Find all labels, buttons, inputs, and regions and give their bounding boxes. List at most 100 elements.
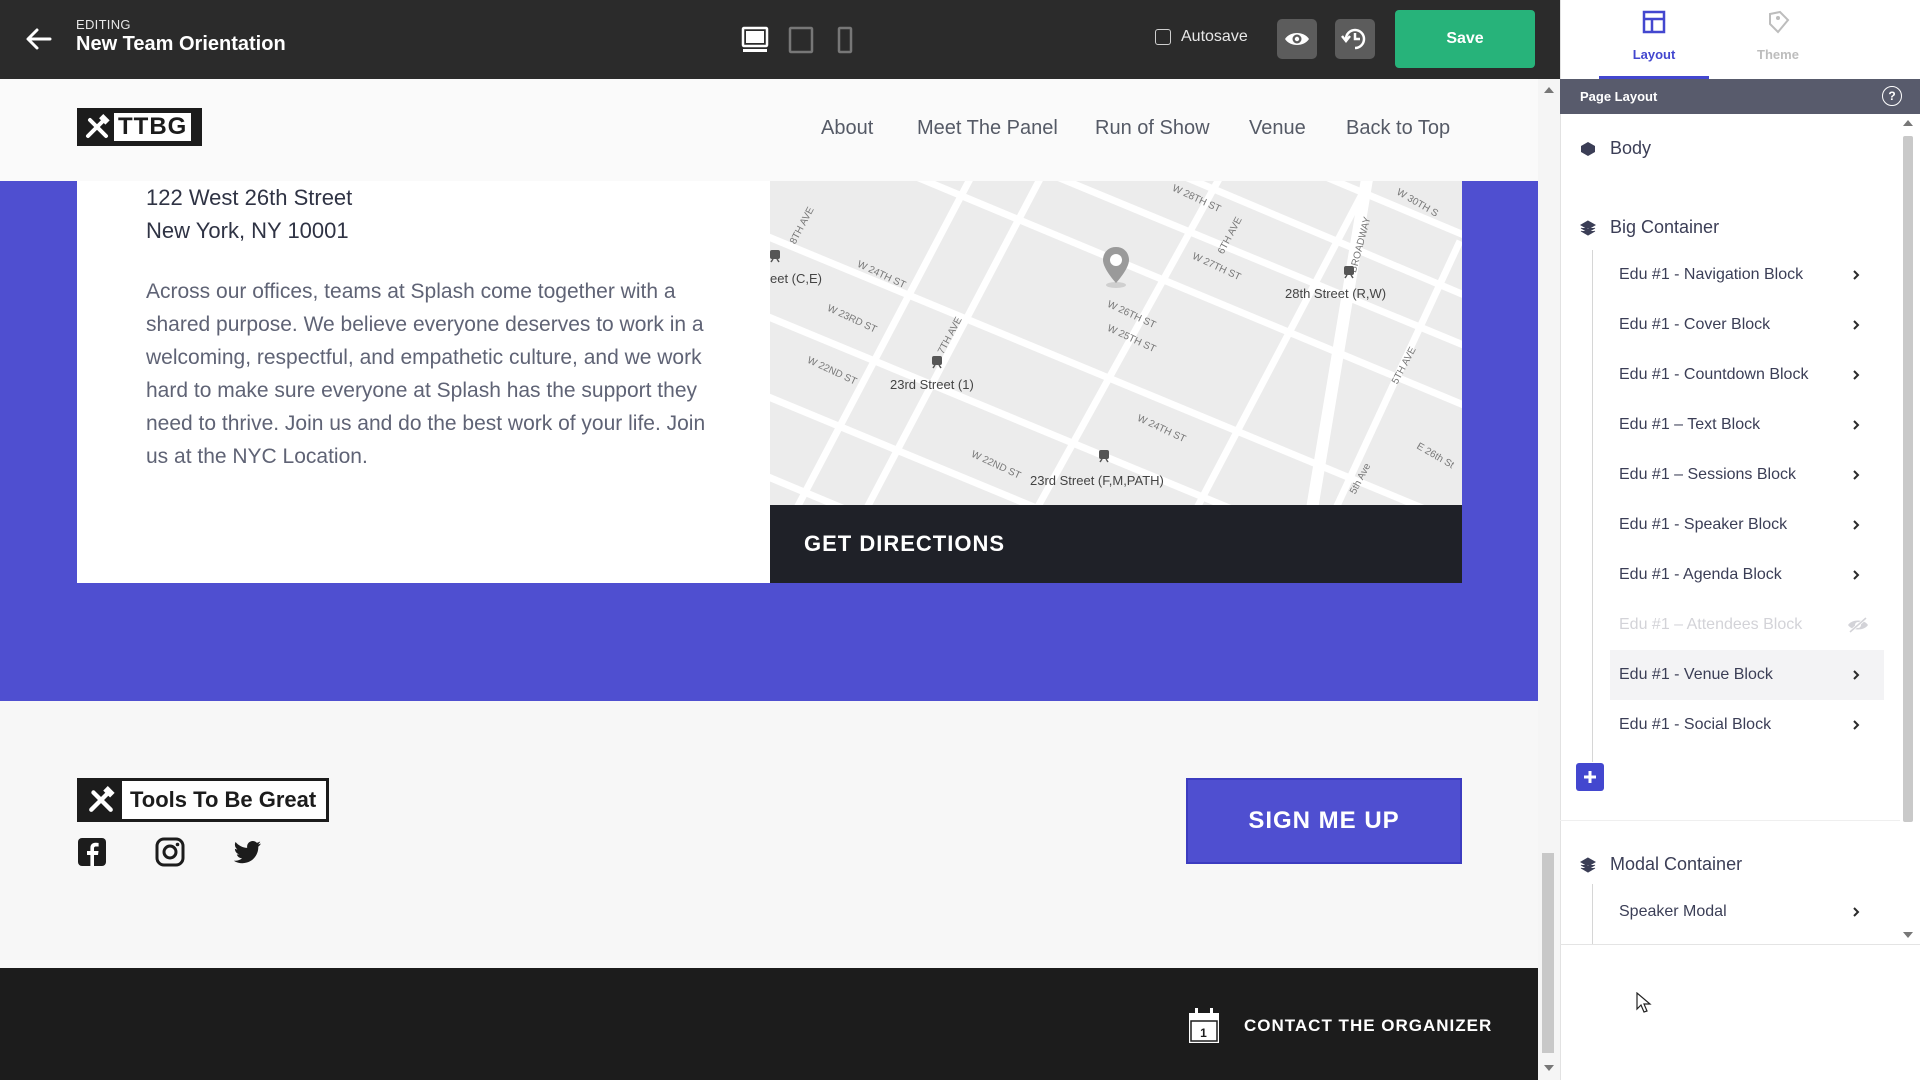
chevron-right-icon[interactable] (1846, 665, 1866, 685)
contact-organizer-link[interactable]: 1 CONTACT THE ORGANIZER (1188, 1008, 1492, 1044)
tree-item-countdown-block[interactable]: Edu #1 - Countdown Block (1610, 350, 1884, 400)
transit-icon (770, 250, 780, 263)
editor-topbar: EDITING New Team Orientation Autosave Sa… (0, 0, 1560, 79)
site-logo[interactable]: TTBG (77, 108, 202, 146)
venue-description: Across our offices, teams at Splash come… (146, 280, 706, 468)
tree-body[interactable]: Body (1580, 138, 1651, 159)
tree-item-label: Edu #1 - Agenda Block (1619, 566, 1782, 583)
get-directions-label: GET DIRECTIONS (804, 531, 1006, 556)
event-title: New Team Orientation (76, 33, 286, 55)
tablet-view-icon[interactable] (788, 26, 814, 54)
desktop-view-icon[interactable] (741, 26, 769, 54)
nav-link-meet-the-panel[interactable]: Meet The Panel (917, 117, 1058, 140)
tree-item-sessions-block[interactable]: Edu #1 – Sessions Block (1610, 450, 1884, 500)
footer-logo[interactable]: Tools To Be Great (77, 778, 330, 822)
mouse-cursor-icon (1636, 992, 1652, 1013)
chevron-right-icon[interactable] (1846, 902, 1866, 922)
tree-item-attendees-block[interactable]: Edu #1 – Attendees Block (1610, 600, 1884, 650)
plus-icon (1584, 771, 1596, 783)
nav-link-venue[interactable]: Venue (1249, 117, 1306, 140)
calendar-icon: 1 (1189, 1008, 1219, 1043)
page-layout-title: Page Layout (1580, 89, 1658, 104)
eye-icon (1285, 33, 1309, 45)
tree-big-container-label: Big Container (1610, 217, 1720, 237)
page-layout-header: Page Layout ? (1560, 79, 1920, 114)
venue-map[interactable]: eet (C,E) 28th Street (R,W) 23rd Street … (770, 181, 1462, 505)
theme-icon (1769, 10, 1790, 34)
preview-button[interactable] (1277, 19, 1317, 59)
mobile-view-icon[interactable] (836, 26, 854, 54)
chevron-right-icon[interactable] (1846, 415, 1866, 435)
panel-scrollbar[interactable] (1900, 116, 1916, 944)
scroll-up-icon[interactable] (1903, 120, 1913, 126)
nav-link-back-to-top[interactable]: Back to Top (1346, 117, 1450, 140)
nav-link-about[interactable]: About (821, 117, 873, 140)
facebook-icon[interactable] (77, 837, 107, 867)
address-line-2: New York, NY 10001 (146, 218, 349, 243)
preview-scrollbar[interactable] (1538, 79, 1560, 1080)
chevron-right-icon[interactable] (1846, 265, 1866, 285)
tree-item-venue-block[interactable]: Edu #1 - Venue Block (1610, 650, 1884, 700)
scroll-up-icon[interactable] (1544, 87, 1554, 93)
station-label-28th-rw: 28th Street (R,W) (1285, 286, 1387, 301)
sign-me-up-button[interactable]: SIGN ME UP (1186, 778, 1462, 864)
editing-label: EDITING (76, 17, 131, 32)
tree-item-speaker-modal[interactable]: Speaker Modal (1610, 887, 1884, 937)
history-icon (1341, 28, 1366, 50)
tree-item-text-block[interactable]: Edu #1 – Text Block (1610, 400, 1884, 450)
nav-link-run-of-show[interactable]: Run of Show (1095, 117, 1210, 140)
tree-item-speaker-block[interactable]: Edu #1 - Speaker Block (1610, 500, 1884, 550)
page-preview: TTBG About Meet The Panel Run of Show Ve… (0, 79, 1538, 1080)
layout-tree: Body Big Container Edu #1 - Navigation B… (1560, 114, 1900, 944)
venue-address: 122 West 26th Street New York, NY 10001 (146, 181, 352, 247)
layout-icon (1642, 10, 1666, 34)
tab-theme[interactable]: Theme (1723, 0, 1833, 79)
tree-item-navigation-block[interactable]: Edu #1 - Navigation Block (1610, 250, 1884, 300)
preview-scroll-thumb[interactable] (1542, 853, 1554, 1053)
get-directions-button[interactable]: GET DIRECTIONS (770, 505, 1462, 583)
tree-item-label: Edu #1 - Venue Block (1619, 666, 1773, 683)
scroll-down-icon[interactable] (1903, 932, 1913, 938)
tools-icon (86, 114, 110, 138)
twitter-icon[interactable] (233, 837, 263, 867)
autosave-label: Autosave (1181, 28, 1248, 45)
tree-item-cover-block[interactable]: Edu #1 - Cover Block (1610, 300, 1884, 350)
back-arrow-icon[interactable] (24, 26, 52, 52)
station-label-c-e: eet (C,E) (770, 271, 823, 286)
history-button[interactable] (1335, 19, 1375, 59)
tools-icon (80, 781, 122, 819)
site-navigation: TTBG About Meet The Panel Run of Show Ve… (0, 79, 1538, 182)
tree-item-label: Edu #1 - Navigation Block (1619, 266, 1804, 283)
tree-item-label: Edu #1 - Speaker Block (1619, 516, 1788, 533)
chevron-right-icon[interactable] (1846, 365, 1866, 385)
scroll-down-icon[interactable] (1544, 1065, 1554, 1071)
tree-body-label: Body (1610, 138, 1652, 158)
logo-text: TTBG (114, 113, 192, 141)
tab-theme-label: Theme (1757, 47, 1799, 62)
tab-layout[interactable]: Layout (1599, 0, 1709, 79)
tree-big-container[interactable]: Big Container (1580, 217, 1719, 238)
panel-scroll-thumb[interactable] (1903, 136, 1913, 822)
chevron-right-icon[interactable] (1846, 315, 1866, 335)
layers-icon (1580, 219, 1596, 236)
tree-item-agenda-block[interactable]: Edu #1 - Agenda Block (1610, 550, 1884, 600)
chevron-right-icon[interactable] (1846, 565, 1866, 585)
autosave-toggle[interactable]: Autosave (1155, 28, 1248, 46)
tree-item-label: Edu #1 - Cover Block (1619, 316, 1771, 333)
autosave-checkbox[interactable] (1155, 29, 1171, 45)
tree-modal-container[interactable]: Modal Container (1580, 854, 1742, 875)
hidden-eye-icon[interactable] (1846, 615, 1870, 635)
chevron-right-icon[interactable] (1846, 465, 1866, 485)
help-icon[interactable]: ? (1882, 86, 1902, 106)
tree-item-social-block[interactable]: Edu #1 - Social Block (1610, 700, 1884, 750)
tree-modal-container-label: Modal Container (1610, 854, 1743, 874)
footer-logo-text: Tools To Be Great (130, 787, 317, 812)
instagram-icon[interactable] (155, 837, 185, 867)
chevron-right-icon[interactable] (1846, 715, 1866, 735)
tree-connector (1592, 884, 1593, 944)
tree-item-label: Edu #1 - Countdown Block (1619, 366, 1809, 383)
add-block-button[interactable] (1576, 763, 1604, 791)
tree-item-label: Edu #1 - Social Block (1619, 716, 1772, 733)
save-button[interactable]: Save (1395, 10, 1535, 68)
chevron-right-icon[interactable] (1846, 515, 1866, 535)
